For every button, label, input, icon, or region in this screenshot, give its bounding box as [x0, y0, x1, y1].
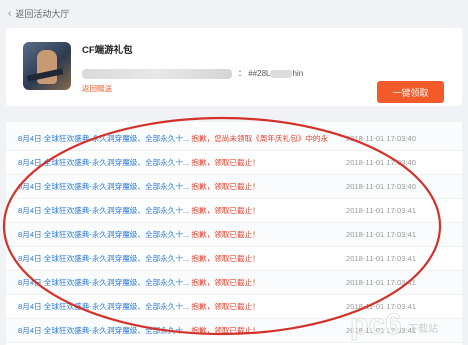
record-row: 8月4日 全球狂欢盛典-永久洞穿魔级、全部永久十... 抱歉，领取已截止！ 201…	[6, 223, 462, 247]
record-description[interactable]: 8月4日 全球狂欢盛典-永久洞穿魔级、全部永久十...	[18, 302, 189, 311]
claim-record-list: 8月4日 全球狂欢盛典-永久洞穿魔级、全部永久十... 抱歉，您尚未领取《周年庆…	[6, 122, 462, 345]
record-text: 8月4日 全球狂欢盛典-永久洞穿魔级、全部永久十... 抱歉，领取已截止！	[18, 157, 328, 168]
record-description[interactable]: 8月4日 全球狂欢盛典-永久洞穿魔级、全部永久十...	[18, 182, 189, 191]
account-label: ： ##28L hin	[238, 68, 303, 79]
record-text: 8月4日 全球狂欢盛典-永久洞穿魔级、全部永久十... 抱歉，领取已截止！	[18, 325, 328, 336]
record-description[interactable]: 8月4日 全球狂欢盛典-永久洞穿魔级、全部永久十...	[18, 254, 189, 263]
record-result: 抱歉，领取已截止！	[191, 254, 260, 263]
record-row: 8月4日 全球狂欢盛典-永久洞穿魔级、全部永久十... 抱歉，领取已截止！ 201…	[6, 319, 462, 343]
blurred-info	[82, 69, 232, 79]
record-text: 8月4日 全球狂欢盛典-永久洞穿魔级、全部永久十... 抱歉，领取已截止！	[18, 205, 328, 216]
record-result: 抱歉，领取已截止！	[191, 278, 260, 287]
record-result: 抱歉，领取已截止！	[191, 326, 260, 335]
record-row: 8月4日 全球狂欢盛典-永久洞穿魔级、全部永久十... 抱歉，领取已截止！ 201…	[6, 199, 462, 223]
record-description[interactable]: 8月4日 全球狂欢盛典-永久洞穿魔级、全部永久十...	[18, 206, 189, 215]
game-icon	[23, 42, 71, 90]
record-time: 2018-11-01 17:03:40	[346, 134, 416, 143]
gift-pack-card: CF端游礼包 ： ##28L hin 返回赠送 一键领取	[6, 28, 462, 106]
pack-title: CF端游礼包	[82, 45, 133, 56]
record-row: 8月4日 全球狂欢盛典-永久洞穿魔级、全部永久十... 抱歉，您尚未领取《周年庆…	[6, 127, 462, 151]
record-description[interactable]: 8月4日 全球狂欢盛典-永久洞穿魔级、全部永久十...	[18, 158, 189, 167]
record-text: 8月4日 全球狂欢盛典-永久洞穿魔级、全部永久十... 抱歉，领取已截止！	[18, 229, 328, 240]
chevron-left-icon: ‹	[8, 7, 12, 19]
record-result: 抱歉，您尚未领取《周年庆礼包》中的永久源...	[191, 134, 328, 143]
record-row: 8月4日 全球狂欢盛典-永久洞穿魔级、全部永久十... 抱歉，领取已截止！ 201…	[6, 175, 462, 199]
record-result: 抱歉，领取已截止！	[191, 206, 260, 215]
pack-detail-link[interactable]: 返回赠送	[82, 83, 112, 94]
record-row: 8月4日 全球狂欢盛典-永久洞穿魔级、全部永久十... 抱歉，领取已截止！ 201…	[6, 247, 462, 271]
record-text: 8月4日 全球狂欢盛典-永久洞穿魔级、全部永久十... 抱歉，领取已截止！	[18, 253, 328, 264]
record-row: 8月4日 全球狂欢盛典-永久洞穿魔级、全部永久十... 抱歉，领取已截止！ 201…	[6, 151, 462, 175]
record-text: 8月4日 全球狂欢盛典-永久洞穿魔级、全部永久十... 抱歉，领取已截止！	[18, 301, 328, 312]
record-time: 2018-11-01 17:03:41	[346, 278, 416, 287]
record-time: 2018-11-01 17:03:40	[346, 158, 416, 167]
record-description[interactable]: 8月4日 全球狂欢盛典-永久洞穿魔级、全部永久十...	[18, 230, 189, 239]
record-result: 抱歉，领取已截止！	[191, 230, 260, 239]
record-text: 8月4日 全球狂欢盛典-永久洞穿魔级、全部永久十... 抱歉，领取已截止！	[18, 181, 328, 192]
record-description[interactable]: 8月4日 全球狂欢盛典-永久洞穿魔级、全部永久十...	[18, 326, 189, 335]
record-result: 抱歉，领取已截止！	[191, 158, 260, 167]
account-suffix: hin	[292, 69, 304, 78]
record-time: 2018-11-01 17:03:41	[346, 230, 416, 239]
back-link-label: 返回活动大厅	[15, 8, 70, 19]
record-time: 2018-11-01 17:03:41	[346, 206, 416, 215]
record-time: 2018-11-01 17:03:40	[346, 182, 416, 191]
record-text: 8月4日 全球狂欢盛典-永久洞穿魔级、全部永久十... 抱歉，您尚未领取《周年庆…	[18, 133, 328, 144]
record-row: 8月4日 全球狂欢盛典-永久洞穿魔级、全部永久十... 抱歉，领取已截止！ 201…	[6, 271, 462, 295]
masked-account	[270, 69, 293, 78]
record-time: 2018-11-01 17:03:41	[346, 302, 416, 311]
record-text: 8月4日 全球狂欢盛典-永久洞穿魔级、全部永久十... 抱歉，领取已截止！	[18, 277, 328, 288]
record-time: 2018-11-01 17:03:41	[346, 254, 416, 263]
record-description[interactable]: 8月4日 全球狂欢盛典-永久洞穿魔级、全部永久十...	[18, 278, 189, 287]
record-description[interactable]: 8月4日 全球狂欢盛典-永久洞穿魔级、全部永久十...	[18, 134, 189, 143]
record-result: 抱歉，领取已截止！	[191, 302, 260, 311]
record-time: 2018-11-01 17:03:41	[346, 326, 416, 335]
back-to-lobby-link[interactable]: ‹ 返回活动大厅	[0, 0, 468, 26]
account-prefix: ： ##28L	[238, 69, 271, 78]
claim-all-button[interactable]: 一键领取	[377, 81, 444, 103]
record-row: 8月4日 全球狂欢盛典-永久洞穿魔级、全部永久十... 抱歉，领取已截止！ 201…	[6, 295, 462, 319]
record-result: 抱歉，领取已截止！	[191, 182, 260, 191]
